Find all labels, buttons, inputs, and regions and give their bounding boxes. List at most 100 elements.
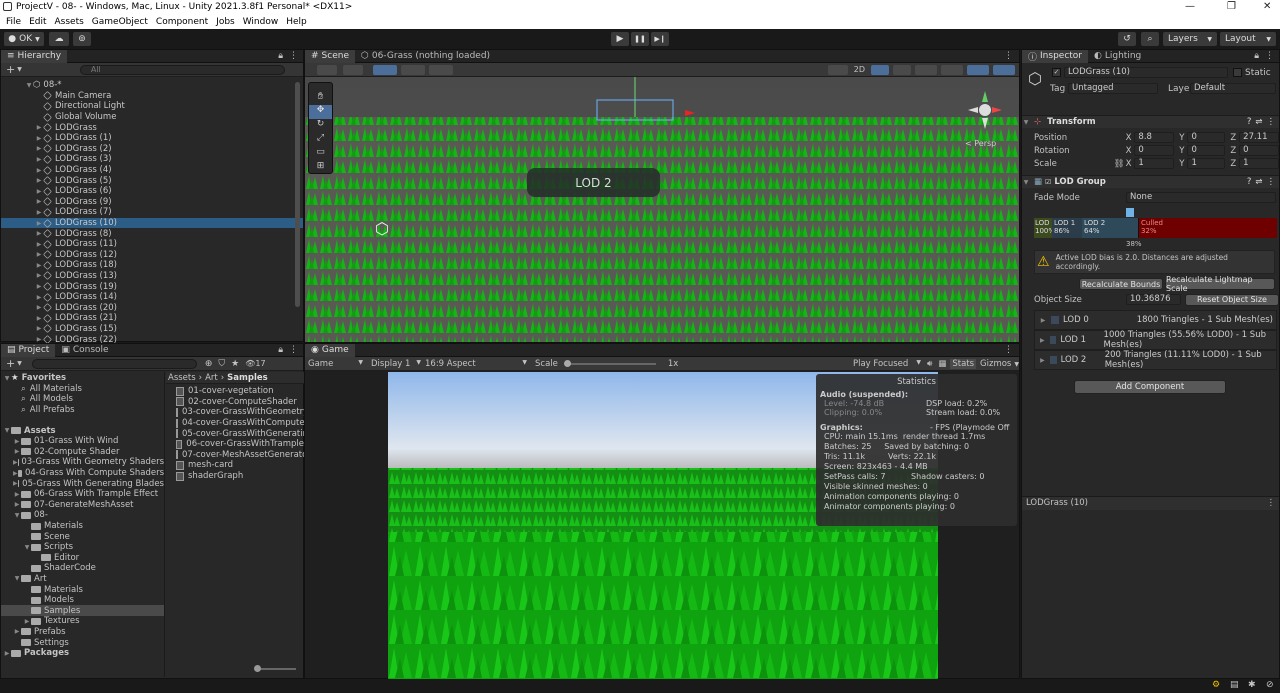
hierarchy-item[interactable]: Main Camera [1,91,303,102]
expand-icon[interactable]: ▼ [1022,179,1030,186]
debug-icon[interactable]: ✱ [1248,680,1256,690]
lighting-toggle[interactable] [871,64,889,75]
help-icon[interactable]: ? [1247,117,1252,127]
folder-item[interactable]: ▶ 04-Grass With Compute Shaders [1,468,164,479]
lod-level-row[interactable]: ▶ LOD 2 200 Triangles (11.11% LOD0) - 1 Su… [1034,350,1277,370]
add-icon[interactable]: + [6,63,15,76]
chevron-down-icon[interactable]: ▼ [17,66,22,73]
hierarchy-item[interactable]: Global Volume [1,112,303,123]
lod-level-row[interactable]: ▶ LOD 0 1800 Triangles - 1 Sub Mesh(es) [1034,310,1277,330]
account-dropdown[interactable]: ● OK ▼ [4,32,44,46]
effects-toggle[interactable] [915,64,937,75]
increment-snap-button[interactable] [429,64,453,75]
layer-dropdown[interactable]: Default [1190,83,1276,94]
reset-object-size-button[interactable]: Reset Object Size [1185,293,1279,306]
more-icon[interactable]: ⋮ [1004,51,1013,61]
persp-label[interactable]: < Persp [965,139,996,148]
more-icon[interactable]: ⋮ [1267,177,1276,187]
layers-dropdown[interactable]: Layers ▼ [1163,32,1217,46]
expand-icon[interactable]: ▶ [35,272,43,279]
hierarchy-item[interactable]: ▶ LODGrass [1,122,303,133]
active-checkbox[interactable]: ✓ [1052,68,1061,77]
expand-icon[interactable]: ▶ [35,336,43,343]
lod-segment-culled[interactable]: Culled 32% [1138,218,1277,238]
play-button[interactable]: ▶ [611,32,629,46]
lod-segment-0[interactable]: LOD 100% [1034,218,1055,238]
hierarchy-item[interactable]: ▶ LODGrass (14) [1,292,303,303]
folder-item[interactable]: Materials [1,521,164,532]
static-checkbox[interactable] [1233,68,1242,77]
audio-toggle[interactable] [893,64,911,75]
more-icon[interactable]: ⋮ [289,51,298,61]
expand-icon[interactable]: ▶ [13,459,18,466]
zoom-slider[interactable] [254,665,296,672]
stats-toggle[interactable]: Stats [950,358,977,369]
lod-segment-1[interactable]: LOD 1 86% [1052,218,1082,238]
zoom-slider-handle[interactable] [254,665,261,672]
scene-root[interactable]: ▼ ⬡ 08-* [1,80,303,91]
expand-icon[interactable]: ▶ [23,618,31,625]
expand-icon[interactable]: ▼ [3,375,11,382]
asset-item[interactable]: 06-cover-GrassWithTrample [166,439,304,450]
menu-file[interactable]: File [6,17,21,27]
position-x[interactable]: 8.8 [1134,132,1175,143]
rotation-z[interactable]: 0 [1239,145,1279,156]
more-icon[interactable]: ⋮ [1267,497,1276,510]
hierarchy-item[interactable]: ▶ LODGrass (4) [1,165,303,176]
lodgroup-checkbox[interactable]: ☑ [1045,178,1051,186]
object-size-field[interactable]: 10.36876 [1126,294,1181,305]
lock-icon[interactable]: 🔒︎ [1254,51,1259,61]
expand-icon[interactable]: ▶ [35,230,43,237]
lodgroup-header[interactable]: ▼ ▦ ☑ LOD Group? ⇌ ⋮ [1022,175,1279,188]
hierarchy-item[interactable]: ▶ LODGrass (13) [1,271,303,282]
folder-item[interactable]: ▶ 01-Grass With Wind [1,436,164,447]
chevron-down-icon[interactable]: ▼ [17,360,22,367]
expand-icon[interactable]: ▶ [13,501,21,508]
expand-icon[interactable]: ▶ [35,262,43,269]
draw-mode-button[interactable] [317,64,337,75]
expand-icon[interactable]: ▶ [35,188,43,195]
hierarchy-item[interactable]: ▶ LODGrass (21) [1,313,303,324]
folder-item[interactable]: ▶ Prefabs [1,627,164,638]
hierarchy-item[interactable]: ▶ LODGrass (7) [1,207,303,218]
transform-header[interactable]: ▼ ⊹ Transform? ⇌ ⋮ [1022,115,1279,128]
folder-item[interactable]: Models [1,595,164,606]
expand-icon[interactable]: ▶ [35,145,43,152]
add-component-button[interactable]: Add Component [1074,380,1226,394]
hierarchy-item[interactable]: ▶ LODGrass (12) [1,250,303,261]
hierarchy-item[interactable]: ▶ LODGrass (20) [1,302,303,313]
tab-project[interactable]: ▤ Project [1,343,56,357]
asset-item[interactable]: 03-cover-GrassWithGeometry! [166,407,304,418]
object-name-field[interactable]: LODGrass (10) [1064,67,1228,78]
mute-audio-icon[interactable]: 🔊︎ [927,359,932,369]
grid-snap-button[interactable] [401,64,425,75]
folder-item[interactable]: Samples [1,605,164,617]
expand-icon[interactable]: ▶ [13,628,21,635]
menu-gameobject[interactable]: GameObject [92,17,148,27]
asset-item[interactable]: 01-cover-vegetation [166,386,304,397]
hierarchy-item[interactable]: ▶ LODGrass (1) [1,133,303,144]
position-z[interactable]: 27.11 [1239,132,1279,143]
more-icon[interactable]: ⋮ [1265,51,1274,61]
hierarchy-item[interactable]: ▶ LODGrass (5) [1,175,303,186]
search-by-type-icon[interactable]: ⊕ [205,359,213,369]
rotation-x[interactable]: 0 [1134,145,1175,156]
expand-icon[interactable]: ▼ [13,512,21,519]
pause-button[interactable]: ❚❚ [631,32,649,46]
expand-icon[interactable]: ▶ [35,198,43,205]
breadcrumb-samples[interactable]: Samples [227,373,268,383]
minimize-button[interactable]: — [1185,1,1195,12]
folder-item[interactable]: ▶ 03-Grass With Geometry Shaders [1,457,164,468]
hierarchy-item[interactable]: ▶ LODGrass (19) [1,281,303,292]
hierarchy-item[interactable]: ▶ LODGrass (2) [1,144,303,155]
add-icon[interactable]: + [6,357,15,370]
expand-icon[interactable]: ▶ [35,304,43,311]
game-mode-dropdown[interactable]: Game ▼ [308,359,363,369]
expand-icon[interactable]: ▶ [13,480,18,487]
preset-icon[interactable]: ⇌ [1255,117,1262,127]
menu-help[interactable]: Help [286,17,307,27]
asset-item[interactable]: 07-cover-MeshAssetGenerato [166,450,304,461]
collab-status-icon[interactable]: ⊘ [1266,680,1274,690]
step-button[interactable]: ▶❙ [651,32,669,46]
cloud-button[interactable]: ☁ [49,32,69,46]
